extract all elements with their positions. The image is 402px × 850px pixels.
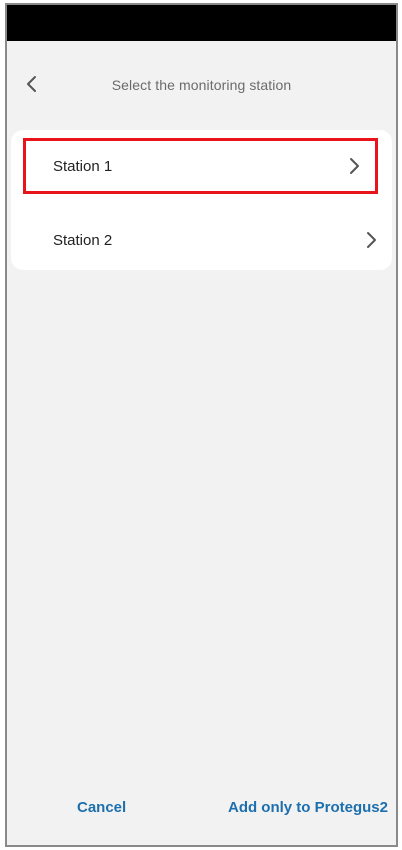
app-screen: Select the monitoring station Station 1 … (5, 3, 398, 847)
back-button[interactable] (17, 71, 47, 101)
station-item-1[interactable]: Station 1 (23, 138, 378, 194)
station-label: Station 2 (53, 231, 113, 249)
footer: Cancel Add only to Protegus2 (7, 785, 396, 845)
station-list: Station 1 Station 2 (11, 130, 392, 270)
station-label: Station 1 (53, 157, 113, 175)
chevron-right-icon (345, 157, 363, 175)
header: Select the monitoring station (7, 41, 396, 131)
chevron-left-icon (25, 75, 39, 98)
chevron-right-icon (362, 231, 380, 249)
cancel-button[interactable]: Cancel (77, 799, 126, 816)
add-only-to-protegus2-button[interactable]: Add only to Protegus2 (228, 799, 388, 816)
station-item-2[interactable]: Station 2 (11, 212, 392, 268)
status-bar (7, 5, 396, 41)
page-title: Select the monitoring station (111, 77, 292, 93)
